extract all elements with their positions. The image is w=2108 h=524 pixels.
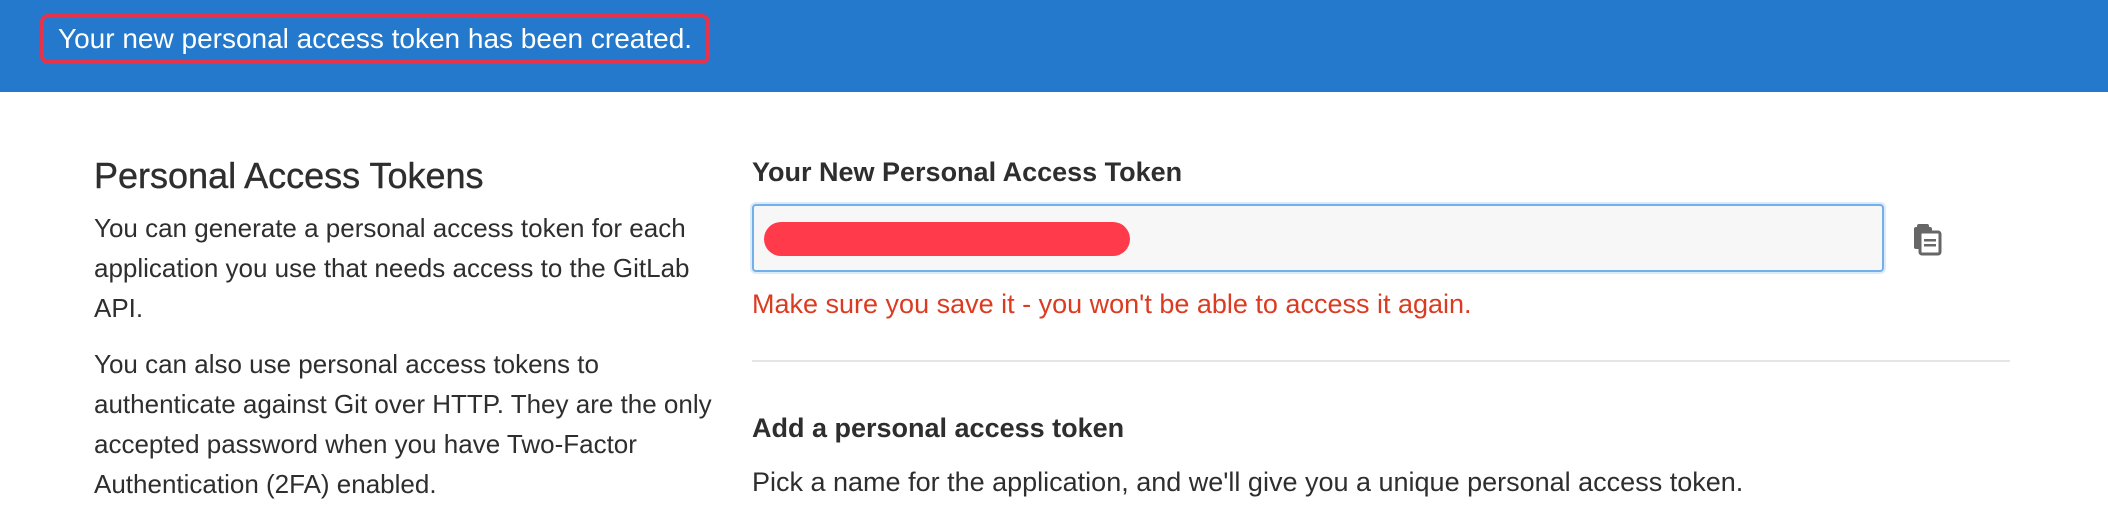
add-token-title: Add a personal access token — [752, 413, 1125, 443]
sidebar-description-2fa: You can also use personal access tokens … — [94, 349, 712, 499]
flash-message: Your new personal access token has been … — [40, 14, 711, 64]
save-token-warning: Make sure you save it - you won't be abl… — [752, 289, 1472, 319]
section-divider — [752, 360, 2010, 362]
settings-sidebar: Personal Access Tokens You can generate … — [94, 150, 714, 504]
sidebar-description: You can generate a personal access token… — [94, 213, 690, 323]
token-panel: Your New Personal Access Token Make sure… — [752, 152, 2012, 502]
clipboard-copy-icon — [1914, 224, 1942, 256]
flash-message-text: Your new personal access token has been … — [58, 23, 693, 54]
copy-token-button[interactable] — [1902, 212, 1954, 264]
token-redaction — [764, 222, 1130, 256]
add-token-description: Pick a name for the application, and we'… — [752, 467, 1744, 497]
token-row — [752, 204, 2012, 272]
flash-banner: Your new personal access token has been … — [0, 0, 2108, 92]
page-title: Personal Access Tokens — [94, 155, 484, 196]
new-token-label: Your New Personal Access Token — [752, 157, 1183, 187]
